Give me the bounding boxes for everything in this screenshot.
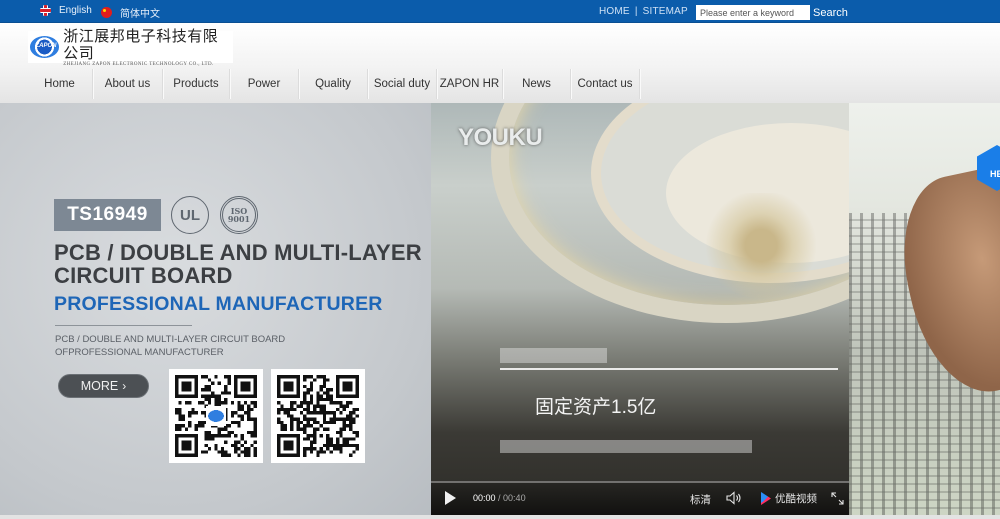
youku-logo-icon [761, 492, 771, 505]
top-links: HOME | SITEMAP [599, 6, 688, 17]
hero-banner: TS16949 UL ISO 9001 PCB / DOUBLE AND MUL… [0, 103, 1000, 515]
chevron-right-icon: › [122, 379, 127, 393]
hero-title: PCB / DOUBLE AND MULTI-LAYER CIRCUIT BOA… [54, 240, 422, 288]
main-nav: Home About us Products Power Quality Soc… [27, 69, 640, 103]
page-bottom-strip [0, 515, 1000, 519]
nav-item-products[interactable]: Products [163, 69, 230, 99]
uk-flag-icon [40, 5, 51, 16]
hero-divider [55, 325, 192, 326]
fullscreen-icon[interactable] [831, 492, 844, 505]
video-player[interactable]: YOUKU 固定资产1.5亿 00:00 / 00:40 标清 优酷视频 [431, 103, 849, 515]
company-name-en: ZHEJIANG ZAPON ELECTRONIC TECHNOLOGY CO.… [63, 61, 214, 67]
hero-promo-panel: TS16949 UL ISO 9001 PCB / DOUBLE AND MUL… [0, 103, 431, 515]
sitemap-link[interactable]: SITEMAP [643, 6, 688, 17]
more-button-label: MORE [80, 379, 119, 393]
nav-item-news[interactable]: News [503, 69, 571, 99]
nav-item-home[interactable]: Home [27, 69, 93, 99]
video-overlay-bar [500, 348, 607, 363]
nav-item-quality[interactable]: Quality [299, 69, 368, 99]
search-input[interactable] [696, 5, 810, 20]
hero-description: PCB / DOUBLE AND MULTI-LAYER CIRCUIT BOA… [55, 334, 285, 359]
video-controls: 00:00 / 00:40 标清 优酷视频 [431, 481, 849, 515]
hero-description-line2: OFPROFESSIONAL MANUFACTURER [55, 346, 224, 358]
logo-mark-text: ZAPON [35, 43, 57, 49]
company-logo[interactable]: ZAPON 浙江展邦电子科技有限公司 ZHEJIANG ZAPON ELECTR… [28, 26, 233, 67]
ts16949-badge: TS16949 [54, 199, 161, 231]
ul-cert-icon: UL [171, 196, 209, 234]
nav-item-zapon-hr[interactable]: ZAPON HR [437, 69, 503, 99]
top-bar: English 简体中文 HOME | SITEMAP Search [0, 0, 1000, 23]
language-english-label: English [59, 5, 92, 16]
link-separator: | [634, 6, 638, 17]
duration: 00:40 [503, 493, 526, 503]
language-chinese-link[interactable]: 简体中文 [101, 5, 160, 20]
home-link[interactable]: HOME [599, 6, 630, 17]
play-icon[interactable] [445, 491, 456, 505]
hero-subtitle: PROFESSIONAL MANUFACTURER [54, 293, 383, 315]
nav-item-power[interactable]: Power [230, 69, 299, 99]
pcb-image-panel: HE [849, 103, 1000, 515]
ul-cert-label: UL [180, 206, 200, 224]
hero-description-line1: PCB / DOUBLE AND MULTI-LAYER CIRCUIT BOA… [55, 334, 286, 345]
volume-icon[interactable] [726, 491, 742, 505]
nav-item-social-duty[interactable]: Social duty [368, 69, 437, 99]
nav-item-about-us[interactable]: About us [93, 69, 163, 99]
quality-selector[interactable]: 标清 [690, 492, 711, 507]
language-chinese-label: 简体中文 [120, 9, 160, 20]
video-caption: 固定资产1.5亿 [535, 397, 657, 418]
china-flag-icon [101, 7, 112, 18]
current-time: 00:00 [473, 493, 496, 503]
video-overlay-line [500, 368, 838, 370]
time-separator: / [495, 493, 504, 503]
iso-9001-cert-icon: ISO 9001 [220, 196, 258, 234]
search-button[interactable]: Search [810, 4, 848, 21]
help-chat-label: HE [990, 169, 1000, 179]
zapon-logo-icon: ZAPON [30, 36, 60, 58]
qr-code-image [175, 375, 257, 457]
video-time: 00:00 / 00:40 [473, 493, 526, 503]
video-overlay-bar [500, 440, 752, 453]
qr-code-mobile [271, 369, 365, 463]
qr-code-image [277, 375, 359, 457]
company-name-cn: 浙江展邦电子科技有限公司 [63, 26, 219, 62]
more-button[interactable]: MORE › [58, 374, 149, 398]
video-frame-chandelier [701, 193, 821, 298]
nav-item-contact-us[interactable]: Contact us [571, 69, 640, 99]
video-progress-bar[interactable] [431, 481, 849, 483]
language-english-link[interactable]: English [40, 5, 92, 16]
iso-cert-label: ISO 9001 [227, 206, 251, 224]
youku-brand-label: 优酷视频 [775, 493, 817, 505]
qr-code-wechat [169, 369, 263, 463]
youku-brand-link[interactable]: 优酷视频 [761, 491, 817, 506]
youku-watermark: YOUKU [458, 124, 543, 151]
header: ZAPON 浙江展邦电子科技有限公司 ZHEJIANG ZAPON ELECTR… [0, 23, 1000, 103]
